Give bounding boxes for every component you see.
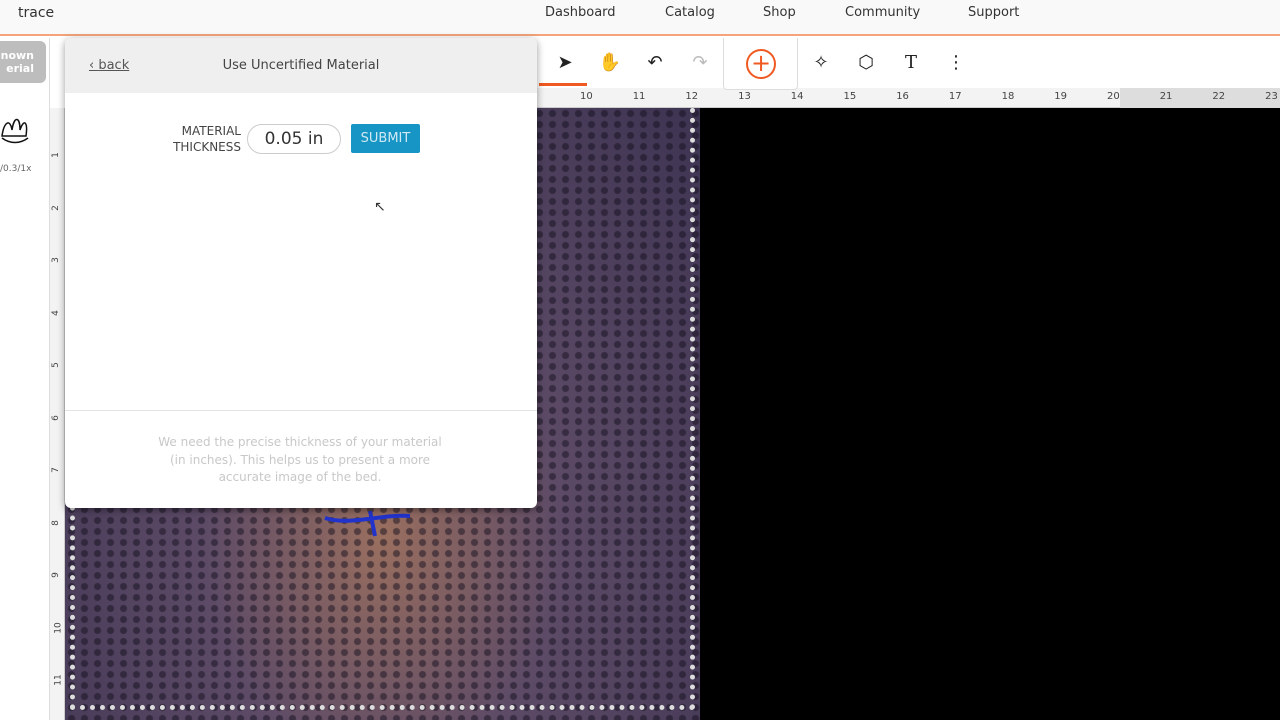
active-tool-indicator	[539, 83, 587, 86]
toolbar: ➤ ✋ ↶ ↷ + ✧ ⬡ T ⋮	[537, 38, 1280, 90]
ruler-tick-label: 4	[50, 309, 61, 316]
ruler-tick-label: 9	[50, 572, 61, 578]
ruler-tick-label: 11	[632, 91, 646, 102]
hand-pan-icon[interactable]: ✋	[596, 50, 624, 76]
ruler-tick-label: 22	[1212, 91, 1226, 102]
dialog-header: ‹ back Use Uncertified Material	[65, 38, 537, 93]
nav-support[interactable]: Support	[968, 5, 1019, 20]
out-of-view-area	[700, 108, 1280, 720]
ruler-tick-label: 19	[1054, 91, 1068, 102]
ruler-tick-label: 6	[50, 414, 61, 421]
ruler-tick-label: 13	[738, 91, 751, 102]
ruler-tick-label: 14	[790, 91, 804, 102]
vertical-ruler: 1 2 3 4 5 6 7 8 9 10 11	[50, 108, 65, 720]
uncertified-material-dialog: ‹ back Use Uncertified Material MATERIAL…	[65, 38, 537, 508]
ruler-tick-label: 20	[1107, 91, 1120, 102]
shapes-icon[interactable]: ⬡	[852, 50, 880, 76]
label-line-1: MATERIAL	[181, 124, 241, 138]
dialog-title: Use Uncertified Material	[222, 58, 380, 73]
trace-magic-icon[interactable]: ✧	[807, 50, 835, 76]
more-vertical-icon[interactable]: ⋮	[942, 50, 970, 76]
design-thumbnail[interactable]	[0, 108, 32, 150]
left-sidebar: nown erial /0.3/1x	[0, 38, 50, 720]
ruler-tick-label: 8	[50, 519, 61, 526]
ruler-tick-label: 15	[843, 91, 857, 102]
ruler-tick-label: 18	[1001, 91, 1015, 102]
ruler-tick-label: 16	[896, 91, 909, 102]
text-icon[interactable]: T	[897, 50, 925, 76]
select-arrow-icon[interactable]: ➤	[551, 50, 579, 76]
material-button[interactable]: nown erial	[0, 41, 46, 83]
redo-icon[interactable]: ↷	[686, 50, 714, 76]
nav-catalog[interactable]: Catalog	[665, 5, 715, 20]
ruler-tick-label: 12	[685, 91, 699, 102]
ruler-tick-label: 2	[50, 204, 61, 211]
nav-community[interactable]: Community	[845, 5, 920, 20]
undo-icon[interactable]: ↶	[641, 50, 669, 76]
horizontal-ruler: 10 11 12 13 14 15 16 17 18 19 20 21 22 23	[537, 88, 1280, 108]
ruler-tick-label: 10	[580, 91, 593, 102]
ruler-tick-label: 17	[948, 91, 962, 102]
thickness-label: MATERIAL THICKNESS	[165, 123, 241, 155]
nav-dashboard[interactable]: Dashboard	[545, 5, 616, 20]
mouse-cursor-icon: ↖	[374, 199, 386, 215]
ruler-tick-label: 1	[50, 152, 61, 158]
add-button-container: +	[723, 38, 798, 90]
add-circle-icon[interactable]: +	[746, 49, 776, 79]
help-text: We need the precise thickness of your ma…	[158, 435, 442, 484]
submit-button[interactable]: SUBMIT	[351, 124, 420, 153]
nav-shop[interactable]: Shop	[763, 5, 796, 20]
label-line-2: THICKNESS	[173, 140, 241, 154]
ruler-tick-label: 7	[50, 467, 61, 473]
app-name: trace	[18, 5, 55, 21]
ruler-tick-label: 23	[1265, 91, 1278, 102]
top-bar: trace Dashboard Catalog Shop Community S…	[0, 0, 1280, 36]
ruler-tick-label: 11	[53, 674, 64, 686]
divider	[65, 410, 537, 411]
thickness-input[interactable]: 0.05 in	[247, 124, 341, 154]
ruler-tick-label: 5	[50, 362, 61, 368]
blue-marking	[324, 510, 411, 537]
scale-text: /0.3/1x	[0, 164, 32, 174]
ruler-tick-label: 3	[50, 257, 61, 263]
ruler-tick-label: 21	[1159, 91, 1173, 102]
ruler-tick-label: 10	[53, 621, 64, 634]
ruler-out-of-bounds	[1120, 88, 1280, 108]
